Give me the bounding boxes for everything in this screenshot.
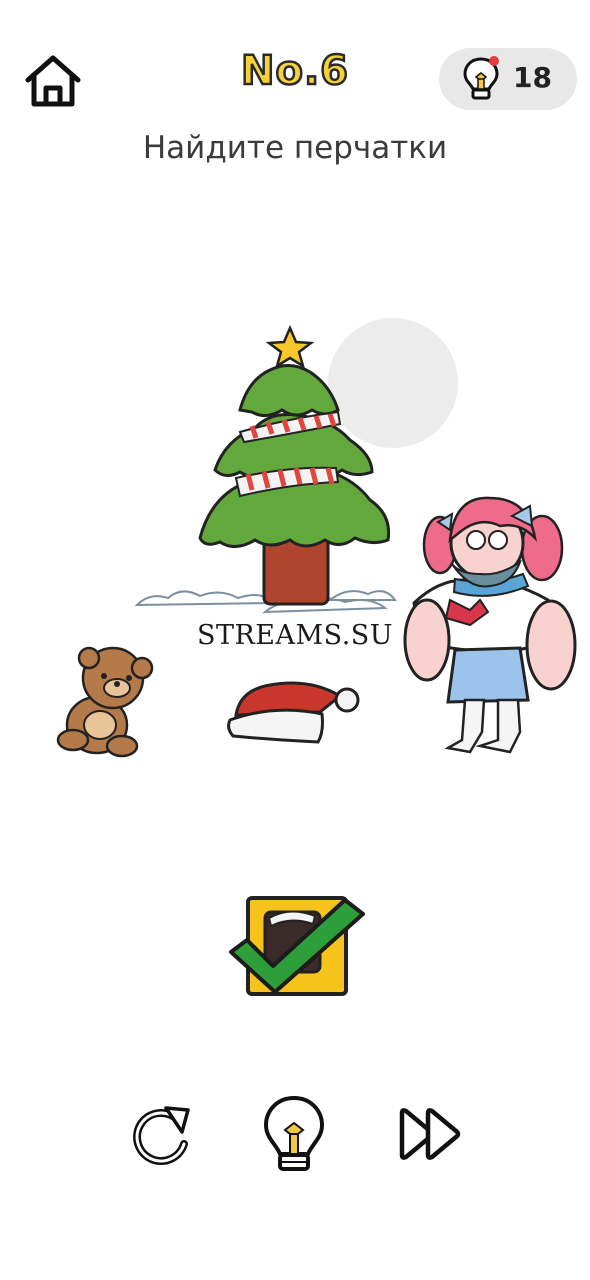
found-item-slot xyxy=(225,890,370,1000)
star-icon xyxy=(265,324,315,369)
home-icon xyxy=(25,55,81,107)
santa-hat xyxy=(227,681,360,744)
task-prompt: Найдите перчатки xyxy=(142,130,448,166)
hint-button[interactable] xyxy=(260,1092,328,1178)
level-title: No.6 xyxy=(240,47,349,96)
tap-highlight xyxy=(328,318,458,448)
notification-dot xyxy=(489,56,499,66)
skip-button[interactable] xyxy=(396,1105,466,1163)
skip-icon xyxy=(399,1108,461,1160)
hints-count: 18 xyxy=(513,61,552,94)
hints-counter[interactable]: 18 xyxy=(439,48,577,110)
game-scene[interactable] xyxy=(0,300,590,780)
lightbulb-icon xyxy=(263,1095,325,1171)
teddy-bear xyxy=(56,646,154,758)
watermark: STREAMS.SU xyxy=(196,620,394,651)
lightbulb-icon xyxy=(463,56,499,100)
restart-button[interactable] xyxy=(128,1100,196,1168)
home-button[interactable] xyxy=(22,52,84,110)
restart-icon xyxy=(133,1106,190,1165)
